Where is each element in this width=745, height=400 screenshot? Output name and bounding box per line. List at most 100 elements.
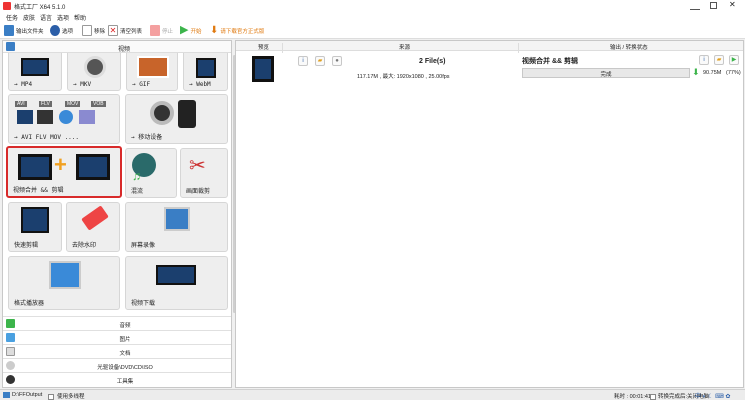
- menu-language[interactable]: 语言: [40, 13, 52, 22]
- tile-crop[interactable]: ✂ 画面裁剪: [180, 148, 228, 198]
- start-button[interactable]: ▶ 开始: [180, 24, 201, 37]
- toolbar: 输出文件夹 选项 移除 ✕ 清空列表 停止 ▶ 开始 ⬇ 请下载官方正式版: [0, 22, 745, 39]
- avi-badge: AVI: [15, 101, 27, 107]
- play-icon: ▶: [180, 24, 189, 36]
- info-icon[interactable]: i: [298, 56, 308, 66]
- close-icon[interactable]: ✕: [729, 0, 736, 9]
- tile-webm[interactable]: → WebM: [183, 53, 228, 91]
- remove-button[interactable]: 移除: [82, 24, 105, 37]
- app-icon: [3, 2, 11, 10]
- task-list-panel: 预览 来源 输出 / 转换状态 i ▰ ● 2 File(s) 117.17M …: [235, 40, 744, 388]
- film-icon: [21, 58, 49, 76]
- title-bar: 格式工厂 X64 5.1.0 ✕: [0, 0, 745, 12]
- download-official-link[interactable]: ⬇ 请下载官方正式版: [210, 24, 264, 37]
- task-row[interactable]: i ▰ ● 2 File(s) 117.17M , 最大: 1920x1080 …: [236, 52, 743, 90]
- function-panel: 视频 → MP4 → MKV → GIF → WebM AVI FLV MOV …: [2, 40, 232, 388]
- options-icon: [50, 25, 60, 36]
- format-badges: AVI FLV MOV VOB: [15, 101, 115, 131]
- tile-video-download[interactable]: 视频下载: [125, 256, 228, 310]
- output-percent: (77%): [726, 70, 741, 76]
- video-category-header[interactable]: 视频: [3, 41, 231, 53]
- folder-icon[interactable]: ▰: [315, 56, 325, 66]
- player-icon: [49, 261, 81, 289]
- reel-icon: [84, 56, 106, 78]
- play-icon[interactable]: ▶: [729, 55, 739, 65]
- tile-quick-cut[interactable]: 快速剪辑: [8, 202, 62, 252]
- download-video-icon: [156, 265, 196, 285]
- tile-format-player[interactable]: 格式播放器: [8, 256, 120, 310]
- settings-icon[interactable]: ●: [332, 56, 342, 66]
- folder-icon: [3, 392, 10, 398]
- status-bar-bottom: D:\FFOutput 使用多线程 耗时 : 00:01:41 转换完成后:关闭…: [0, 389, 745, 400]
- crop-scissors-icon: ✂: [189, 155, 206, 177]
- disc-icon: [150, 101, 174, 125]
- video-icon: [6, 42, 15, 51]
- open-folder-icon[interactable]: ▰: [714, 55, 724, 65]
- category-tools[interactable]: 工具集: [3, 372, 231, 387]
- tile-mux[interactable]: ♫ 混流: [125, 148, 177, 198]
- task-file-count: 2 File(s): [419, 58, 446, 65]
- category-image[interactable]: 图片: [3, 330, 231, 344]
- stop-icon: [150, 25, 160, 36]
- eraser-icon: [81, 205, 109, 231]
- maximize-button[interactable]: [710, 2, 717, 9]
- tile-remove-watermark[interactable]: 去除水印: [66, 202, 120, 252]
- task-list-header: 预览 来源 输出 / 转换状态: [236, 41, 743, 53]
- flv-badge: FLV: [39, 101, 52, 107]
- clapper-icon: [37, 110, 53, 124]
- tray-icons: 中 ◐ ☾ ⌨ ✿: [695, 394, 731, 400]
- image-icon: [137, 56, 169, 78]
- tile-mp4[interactable]: → MP4: [8, 53, 62, 91]
- down-arrow-icon: ⬇: [692, 67, 700, 77]
- column-output-status: 输出 / 转换状态: [610, 45, 648, 51]
- menu-skin[interactable]: 皮肤: [23, 13, 35, 22]
- task-name: 视频合并 && 剪辑: [522, 58, 578, 65]
- category-document[interactable]: 文档: [3, 344, 231, 358]
- minimize-button[interactable]: [690, 2, 700, 10]
- info-icon[interactable]: i: [699, 55, 709, 65]
- window-title: 格式工厂 X64 5.1.0: [14, 5, 66, 11]
- column-preview: 预览: [258, 45, 270, 51]
- plus-icon: +: [54, 152, 67, 177]
- tile-video-merge-edit[interactable]: + 视频合并 && 剪辑: [6, 146, 122, 198]
- tile-gif[interactable]: → GIF: [126, 53, 178, 91]
- film-icon: [18, 154, 52, 180]
- menu-help[interactable]: 帮助: [74, 13, 86, 22]
- tile-screen-record[interactable]: 屏幕录像: [125, 202, 228, 252]
- media-icon: [79, 110, 95, 124]
- remove-icon: [82, 25, 92, 36]
- output-size: 90.75M: [703, 70, 722, 76]
- clear-list-button[interactable]: ✕ 清空列表: [108, 24, 142, 37]
- film-icon: [196, 58, 216, 78]
- status-bar: 完成: [522, 68, 690, 78]
- download-icon: ⬇: [210, 25, 219, 36]
- tile-avi-flv-mov[interactable]: AVI FLV MOV VOB → AVI FLV MOV ....: [8, 94, 120, 144]
- category-disc[interactable]: 光驱设备\DVD\CD\ISO: [3, 358, 231, 372]
- mov-badge: MOV: [65, 101, 81, 107]
- phone-icon: [178, 100, 196, 128]
- multithread-label: 使用多线程: [57, 394, 85, 400]
- screen-record-icon: [164, 207, 190, 231]
- clear-icon: ✕: [108, 25, 118, 36]
- film-icon: [17, 110, 33, 124]
- film-icon: [252, 56, 274, 82]
- category-audio[interactable]: 音频: [3, 316, 231, 330]
- column-source: 来源: [399, 45, 411, 51]
- output-path[interactable]: D:\FFOutput: [12, 392, 42, 398]
- tile-mobile-device[interactable]: → 移动设备: [125, 94, 228, 144]
- scissors-film-icon: [76, 154, 110, 180]
- video-tiles-area: → MP4 → MKV → GIF → WebM AVI FLV MOV VOB…: [3, 53, 231, 316]
- quicktime-icon: [59, 110, 73, 124]
- menu-task[interactable]: 任务: [6, 13, 18, 22]
- menu-bar: 任务 皮肤 语言 选项 帮助: [0, 12, 745, 22]
- quick-cut-icon: [21, 207, 49, 233]
- task-details: 117.17M , 最大: 1920x1080 , 25.00fps: [357, 74, 450, 80]
- tile-mkv[interactable]: → MKV: [67, 53, 121, 91]
- options-button[interactable]: 选项: [50, 24, 73, 37]
- elapsed-time: 耗时 : 00:01:41: [614, 394, 651, 400]
- menu-options[interactable]: 选项: [57, 13, 69, 22]
- vob-badge: VOB: [91, 101, 106, 107]
- music-note-icon: ♫: [132, 169, 141, 183]
- output-folder-button[interactable]: 输出文件夹: [4, 24, 44, 37]
- stop-button[interactable]: 停止: [150, 24, 173, 37]
